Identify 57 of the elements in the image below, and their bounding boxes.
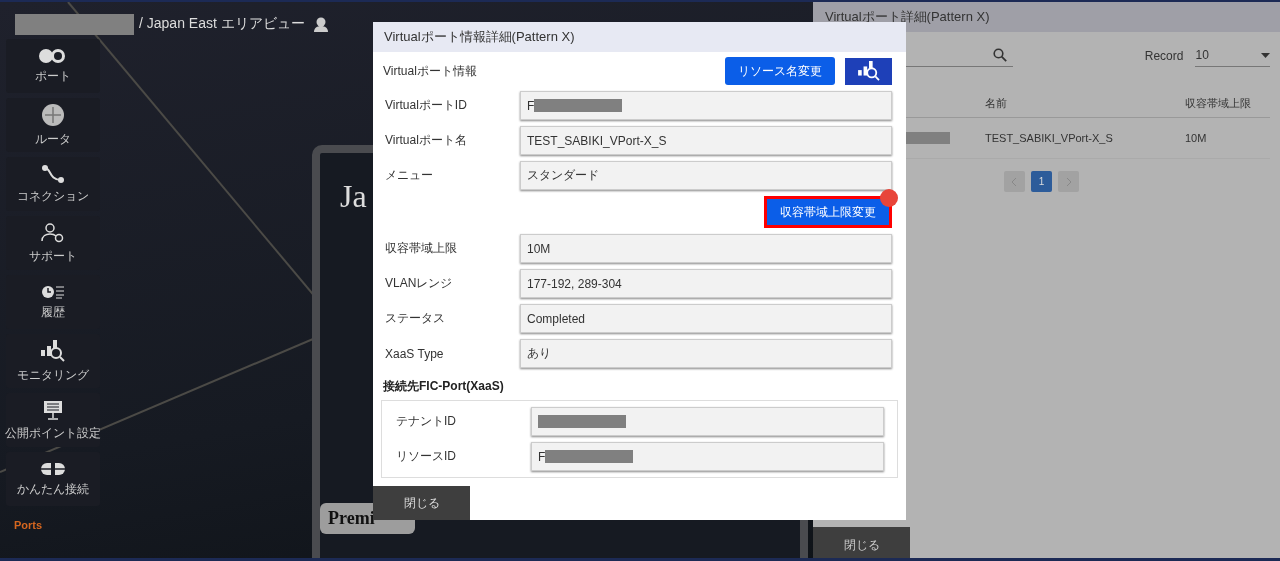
connection-icon xyxy=(42,164,64,183)
section-title: 接続先FIC-Port(XaaS) xyxy=(383,378,505,395)
record-select[interactable]: 10 xyxy=(1195,44,1270,67)
person-icon xyxy=(313,16,328,32)
input-field[interactable]: スタンダード xyxy=(520,161,892,190)
drawer-title: Virtualポート詳細(Pattern X) xyxy=(813,2,1280,32)
input-field[interactable]: Completed xyxy=(520,304,892,333)
input-field[interactable]: F xyxy=(531,442,884,471)
monitoring-button[interactable] xyxy=(845,57,892,85)
table-cell-text: TEST_SABIKI_VPort-X_S xyxy=(985,132,1114,144)
chevron-left-icon xyxy=(1012,177,1017,186)
input-field[interactable]: あり xyxy=(520,339,892,368)
bandwidth-change-button[interactable]: 収容帯域上限変更 xyxy=(767,199,889,225)
search-icon xyxy=(992,48,1007,62)
card-title: Ja xyxy=(340,178,367,215)
section-label: Ports xyxy=(14,519,44,531)
field-label: メニュー xyxy=(384,167,434,184)
router-icon xyxy=(42,103,64,126)
plug-icon xyxy=(39,461,67,476)
input-field[interactable]: 177-192, 289-304 xyxy=(520,269,892,298)
input-field[interactable]: 10M xyxy=(520,234,892,263)
rename-button[interactable]: リソース名変更 xyxy=(725,57,835,85)
monitor-icon xyxy=(43,399,63,420)
table-cell-text: 10M xyxy=(1185,132,1208,144)
input-field[interactable] xyxy=(531,407,884,436)
field-label: テナントID xyxy=(395,413,457,430)
input-field[interactable]: TEST_SABIKI_VPort-X_S xyxy=(520,126,892,155)
user-gear-icon xyxy=(41,222,65,243)
field-label: Virtualポート名 xyxy=(384,132,468,149)
history-icon xyxy=(42,284,64,299)
record-label: Record xyxy=(1144,48,1184,63)
input-field[interactable]: F xyxy=(520,91,892,120)
sidebar-item[interactable]: かんたん接続 xyxy=(6,452,100,506)
sidebar-item[interactable]: ポート xyxy=(6,39,100,93)
chart-search-icon xyxy=(857,61,880,81)
page-title: / Japan East エリアビュー xyxy=(139,15,305,33)
dialog-title: Virtualポート情報詳細(Pattern X) xyxy=(373,22,906,52)
field-label: ステータス xyxy=(384,310,446,327)
field-label: XaaS Type xyxy=(384,346,445,361)
caret-icon xyxy=(1261,52,1270,58)
toggle-icon xyxy=(39,48,67,63)
sidebar-item[interactable]: ルータ xyxy=(6,98,100,152)
field-label: 収容帯域上限 xyxy=(384,240,458,257)
column-header: 収容帯域上限 xyxy=(1185,95,1252,111)
field-label: VirtualポートID xyxy=(384,97,468,114)
chart-search-icon xyxy=(41,339,65,362)
close-button[interactable]: 閉じる xyxy=(813,527,910,558)
marker-dot xyxy=(880,189,898,207)
field-label: リソースID xyxy=(395,448,457,465)
sidebar-item[interactable]: サポート xyxy=(6,216,100,270)
page-button[interactable]: 1 xyxy=(1031,171,1052,192)
close-button[interactable]: 閉じる xyxy=(373,486,470,520)
sidebar-item[interactable]: コネクション xyxy=(6,157,100,211)
field-label: VLANレンジ xyxy=(384,275,454,292)
column-header: 名前 xyxy=(985,95,1008,111)
chevron-right-icon xyxy=(1066,177,1071,186)
section-title: Virtualポート情報 xyxy=(383,62,478,80)
